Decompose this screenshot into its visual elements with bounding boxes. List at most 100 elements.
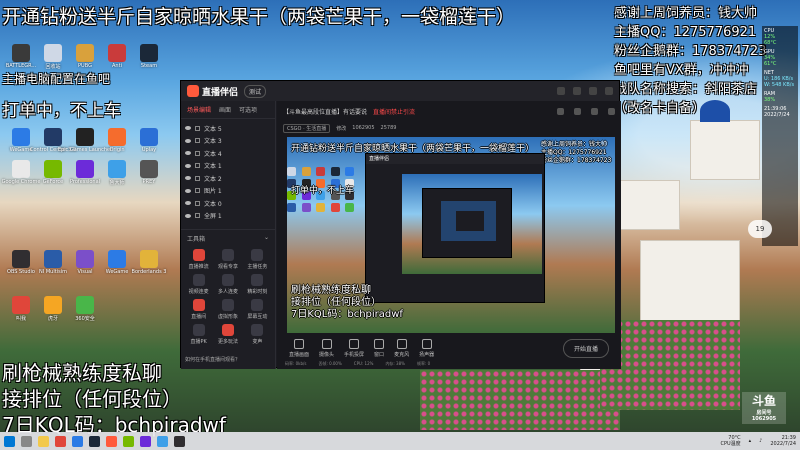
tool-highlights[interactable]: 精彩时刻 [244, 274, 271, 295]
desktop-icon[interactable]: PREY [134, 160, 164, 185]
scene-item[interactable]: 文本 2 [185, 172, 271, 185]
app-icon[interactable] [140, 435, 151, 447]
app-icon[interactable] [72, 435, 83, 447]
tool-screen-interact[interactable]: 屏幕互动 [244, 299, 271, 320]
desktop-icon[interactable]: 360安全 [70, 296, 100, 322]
scene-item[interactable]: 文本 4 [185, 147, 271, 160]
network-icon[interactable]: ▴ [749, 438, 752, 444]
tab-canvas[interactable]: 画面 [219, 105, 231, 114]
category-pill[interactable]: CSGO · 生活直播 [283, 123, 331, 133]
minimize-icon[interactable] [573, 87, 581, 95]
settings-icon[interactable] [557, 87, 565, 95]
volume-icon[interactable]: ♪ [759, 438, 762, 444]
scene-item[interactable]: 图片 1 [185, 185, 271, 198]
floating-badge[interactable]: 19 [748, 220, 772, 238]
desktop-icon[interactable]: Google Chrome [2, 160, 40, 185]
eye-icon[interactable] [185, 138, 191, 143]
lock-icon[interactable] [195, 138, 200, 144]
eye-icon[interactable] [185, 176, 191, 181]
eye-icon[interactable] [185, 151, 191, 156]
source-camera[interactable]: 摄像头 [319, 338, 334, 358]
lock-icon[interactable] [195, 213, 200, 219]
desktop-icon[interactable]: Anti [102, 44, 132, 69]
tool-live-push[interactable]: 直播推流 [185, 249, 212, 270]
app-icon[interactable] [157, 435, 168, 447]
browser-icon[interactable] [55, 435, 66, 447]
lock-icon[interactable] [195, 175, 200, 181]
share-icon[interactable] [591, 107, 598, 115]
room-title[interactable]: 【斗鱼最高段位直播】有话要说 [283, 107, 367, 116]
tool-room[interactable]: 直播间 [185, 299, 212, 320]
eye-icon[interactable] [185, 201, 191, 206]
lock-icon[interactable] [195, 188, 200, 194]
desktop-icon[interactable]: 鲁大师 [102, 160, 132, 186]
eye-icon[interactable] [185, 163, 191, 168]
tab-options[interactable]: 可选项 [239, 105, 257, 114]
desktop-icon[interactable]: Uplay [134, 128, 164, 153]
bell-icon[interactable] [608, 107, 615, 115]
source-window[interactable]: 窗口 [374, 338, 384, 358]
desktop-icon[interactable]: Visual [70, 250, 100, 275]
stream-preview[interactable]: 开通钻粉送半斤自家晾晒水果干（两袋芒果干，一袋榴莲干） 感谢上周饲养员：钱大帅 … [287, 137, 615, 333]
desktop-icon[interactable]: 叫我 [6, 296, 36, 322]
start-live-button[interactable]: 开始直播 [562, 338, 609, 358]
app-titlebar[interactable]: 直播伴侣 测试 [181, 81, 619, 101]
lock-icon[interactable] [195, 150, 200, 156]
speaker-control[interactable]: 扬声器 [419, 338, 434, 358]
steam-icon[interactable] [89, 435, 100, 447]
help-link[interactable]: 如何在手机直播间观看？ [185, 356, 240, 363]
desktop-icon[interactable]: NI Multisim [38, 250, 68, 275]
scene-item[interactable]: 文本 1 [185, 160, 271, 173]
source-phone-cast[interactable]: 手机投屏 [344, 338, 364, 358]
lock-icon[interactable] [195, 125, 200, 131]
obs-icon[interactable] [174, 435, 185, 447]
start-icon[interactable] [4, 435, 15, 447]
close-icon[interactable] [605, 87, 613, 95]
lock-icon[interactable] [195, 163, 200, 169]
message-icon[interactable] [574, 107, 581, 115]
taskbar-clock[interactable]: 21:39 2022/7/24 [770, 435, 796, 447]
eye-icon[interactable] [185, 213, 191, 218]
desktop-icon[interactable]: Epic Games Launcher [58, 128, 112, 153]
desktop-icon[interactable]: 虎牙 [38, 296, 68, 322]
tool-multi-link[interactable]: 多人连麦 [214, 274, 241, 295]
maximize-icon[interactable] [589, 87, 597, 95]
desktop-icon-label: Google Chrome [1, 179, 41, 185]
desktop-icon[interactable]: Borderlands 3 [132, 250, 166, 275]
eye-icon[interactable] [185, 188, 191, 193]
eye-icon[interactable] [185, 126, 191, 131]
tool-pk[interactable]: 直播PK [185, 324, 212, 345]
gift-icon[interactable] [557, 107, 564, 115]
desktop-icon[interactable]: 回收站 [38, 44, 68, 70]
scene-item[interactable]: 文本 3 [185, 135, 271, 148]
desktop-icon[interactable]: BATTLEGR... [6, 44, 36, 69]
app-icon[interactable] [123, 435, 134, 447]
live-companion-window[interactable]: 直播伴侣 测试 场景编辑 画面 可选项 文本 5 文本 3 文本 4 文本 1 … [180, 80, 621, 369]
tool-more[interactable]: 更多玩法 [214, 324, 241, 345]
desktop-icon[interactable]: OBS Studio [6, 250, 36, 275]
desktop-icon[interactable]: Steam [134, 44, 164, 69]
tool-watch[interactable]: 观看专享 [214, 249, 241, 270]
desktop-icon[interactable]: Professional [70, 160, 100, 185]
source-live-screen[interactable]: 直播画面 [289, 338, 309, 358]
tab-scene-edit[interactable]: 场景编辑 [187, 105, 211, 114]
scene-item[interactable]: 全屏 1 [185, 210, 271, 223]
search-icon[interactable] [21, 435, 32, 447]
desktop-icon[interactable]: GeForce [38, 160, 68, 185]
scene-item[interactable]: 文本 0 [185, 197, 271, 210]
lock-icon[interactable] [195, 200, 200, 206]
tool-avatar[interactable]: 虚拟形象 [214, 299, 241, 320]
scene-item[interactable]: 文本 5 [185, 122, 271, 135]
desktop-icon[interactable]: Origin [102, 128, 132, 153]
desktop-icon[interactable]: WeGame [102, 250, 132, 275]
mic-control[interactable]: 麦克风 [394, 338, 409, 358]
version-badge[interactable]: 测试 [244, 84, 267, 98]
tool-voice[interactable]: 变声 [244, 324, 271, 345]
tool-video-link[interactable]: 视频连麦 [185, 274, 212, 295]
chevron-down-icon[interactable]: ⌄ [264, 234, 269, 243]
folder-icon[interactable] [38, 435, 49, 447]
edit-link[interactable]: 修改 [336, 125, 346, 132]
desktop-icon[interactable]: PUBG [70, 44, 100, 69]
live-companion-icon[interactable] [106, 435, 117, 447]
tool-tasks[interactable]: 主播任务 [244, 249, 271, 270]
